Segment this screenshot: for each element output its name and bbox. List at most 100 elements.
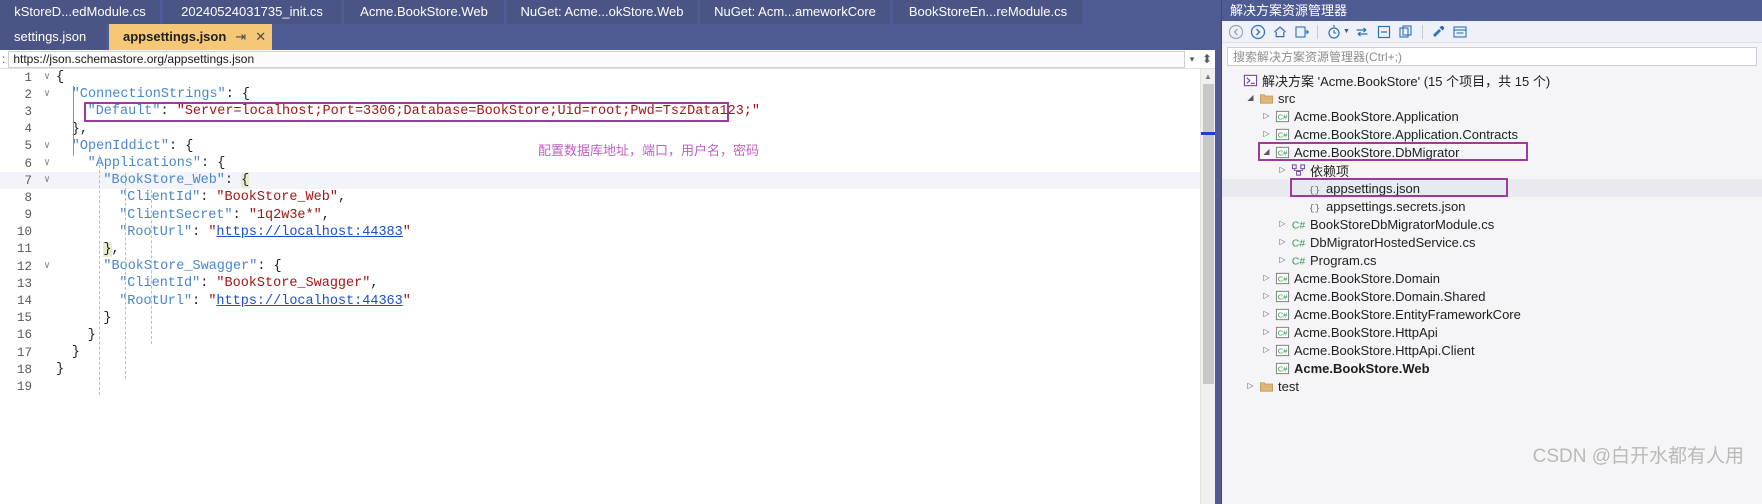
fold-toggle-icon[interactable]: ∨	[38, 69, 56, 86]
fold-toggle-icon[interactable]: ∨	[38, 138, 56, 155]
forward-icon[interactable]	[1248, 22, 1267, 41]
fold-toggle-icon[interactable]: ∨	[38, 155, 56, 172]
tree-item-appsecrets[interactable]: {} appsettings.secrets.json	[1222, 197, 1762, 215]
schema-url-text: https://json.schemastore.org/appsettings…	[13, 52, 255, 66]
tree-item-label: appsettings.json	[1326, 180, 1420, 196]
tree-item-hostedservice[interactable]: ▷ C# DbMigratorHostedService.cs	[1222, 233, 1762, 251]
code-line[interactable]: 9 "ClientSecret": "1q2w3e*",	[0, 207, 1215, 224]
code-line[interactable]: 19	[0, 378, 1215, 395]
collapsed-triangle-icon[interactable]: ▷	[1260, 107, 1273, 125]
scrollbar-thumb[interactable]	[1203, 84, 1214, 384]
document-tab[interactable]: 20240524031735_init.cs	[163, 0, 341, 24]
scroll-up-icon[interactable]: ▲	[1201, 69, 1215, 84]
tree-item-dbmigmodule[interactable]: ▷ C# BookStoreDbMigratorModule.cs	[1222, 215, 1762, 233]
collapse-all-icon[interactable]	[1375, 22, 1394, 41]
collapsed-triangle-icon[interactable]: ▷	[1260, 125, 1273, 143]
code-line[interactable]: 11},	[0, 241, 1215, 258]
document-tab[interactable]: Acme.BookStore.Web	[344, 0, 504, 24]
active-document-tab[interactable]: appsettings.json ⇥ ✕	[109, 24, 273, 50]
code-line[interactable]: 8 "ClientId": "BookStore_Web",	[0, 189, 1215, 206]
toolbar-separator	[1421, 24, 1423, 39]
tree-item-domainshared[interactable]: ▷ C# Acme.BookStore.Domain.Shared	[1222, 287, 1762, 305]
chevron-down-icon[interactable]: ▼	[1343, 28, 1350, 35]
tree-item-label: 解决方案 'Acme.BookStore' (15 个项目，共 15 个)	[1262, 73, 1551, 89]
document-tab[interactable]: NuGet: Acm...ameworkCore	[700, 0, 890, 24]
code-line[interactable]: 10 "RootUrl": "https://localhost:44383"	[0, 224, 1215, 241]
pending-changes-icon[interactable]	[1324, 22, 1343, 41]
code-line[interactable]: 4},	[0, 121, 1215, 138]
code-line[interactable]: 2 ∨ "ConnectionStrings": {	[0, 86, 1215, 103]
properties-icon[interactable]	[1429, 22, 1448, 41]
code-line[interactable]: 14 "RootUrl": "https://localhost:44363"	[0, 292, 1215, 309]
code-line[interactable]: 13 "ClientId": "BookStore_Swagger",	[0, 275, 1215, 292]
back-icon[interactable]	[1226, 22, 1245, 41]
editor-vertical-scrollbar[interactable]: ▲	[1200, 69, 1216, 504]
fold-toggle-icon[interactable]: ∨	[38, 86, 56, 103]
tree-item-src[interactable]: ◢ src	[1222, 89, 1762, 107]
code-token: "ClientSecret"	[119, 207, 233, 223]
document-tab[interactable]: settings.json	[0, 24, 106, 50]
code-editor[interactable]: 1 ∨{2 ∨ "ConnectionStrings": {3 "Default": "…	[0, 69, 1215, 504]
code-line[interactable]: 1 ∨{	[0, 69, 1215, 86]
tree-item-solution[interactable]: 解决方案 'Acme.BookStore' (15 个项目，共 15 个)	[1222, 71, 1762, 89]
code-line[interactable]: 12 ∨ "BookStore_Swagger": {	[0, 258, 1215, 275]
tree-item-dependencies[interactable]: ▷ 依赖项	[1222, 161, 1762, 179]
show-all-files-icon[interactable]	[1397, 22, 1416, 41]
collapsed-triangle-icon[interactable]: ▷	[1260, 341, 1273, 359]
search-placeholder: 搜索解决方案资源管理器(Ctrl+;)	[1233, 50, 1402, 64]
home-icon[interactable]	[1270, 22, 1289, 41]
collapsed-triangle-icon[interactable]: ▷	[1260, 269, 1273, 287]
collapsed-triangle-icon[interactable]: ▷	[1260, 287, 1273, 305]
fold-toggle-icon[interactable]: ∨	[38, 258, 56, 275]
code-token: }	[103, 310, 112, 326]
solution-explorer-search-input[interactable]: 搜索解决方案资源管理器(Ctrl+;)	[1227, 47, 1757, 66]
refresh-icon[interactable]	[1353, 22, 1372, 41]
pin-tab-icon[interactable]: ⇥	[235, 24, 246, 50]
svg-text:C#: C#	[1277, 130, 1287, 139]
close-tab-icon[interactable]: ✕	[255, 24, 266, 50]
preview-selected-items-icon[interactable]	[1451, 22, 1470, 41]
collapsed-triangle-icon[interactable]: ▷	[1276, 161, 1289, 179]
code-token[interactable]: https://localhost:44363	[216, 294, 402, 309]
split-window-icon[interactable]: ⬍	[1199, 52, 1215, 66]
code-token: ,	[337, 190, 347, 206]
collapsed-triangle-icon[interactable]: ▷	[1276, 233, 1289, 251]
schema-url-input[interactable]: https://json.schemastore.org/appsettings…	[8, 50, 1185, 68]
code-line[interactable]: 3 "Default": "Server=localhost;Port=3306;…	[0, 103, 1215, 120]
watermark-text: CSDN @白开水都有人用	[1532, 446, 1744, 467]
expanded-triangle-icon[interactable]: ◢	[1244, 89, 1257, 107]
tree-item-efcore[interactable]: ▷ C# Acme.BookStore.EntityFrameworkCore	[1222, 305, 1762, 323]
tree-item-program[interactable]: ▷ C# Program.cs	[1222, 251, 1762, 269]
tree-item-httpapiclient[interactable]: ▷ C# Acme.BookStore.HttpApi.Client	[1222, 341, 1762, 359]
fold-toggle-icon[interactable]: ∨	[38, 172, 56, 189]
tree-item-application[interactable]: ▷ C# Acme.BookStore.Application	[1222, 107, 1762, 125]
tree-item-domain[interactable]: ▷ C# Acme.BookStore.Domain	[1222, 269, 1762, 287]
collapsed-triangle-icon[interactable]: ▷	[1260, 323, 1273, 341]
tree-item-label: Acme.BookStore.EntityFrameworkCore	[1294, 306, 1521, 322]
collapsed-triangle-icon[interactable]: ▷	[1276, 215, 1289, 233]
code-line[interactable]: 16}	[0, 327, 1215, 344]
scrollbar-position-marker	[1201, 132, 1216, 135]
tree-item-app-contracts[interactable]: ▷ C# Acme.BookStore.Application.Contracts	[1222, 125, 1762, 143]
collapsed-triangle-icon[interactable]: ▷	[1260, 305, 1273, 323]
document-tab[interactable]: kStoreD...edModule.cs	[0, 0, 160, 24]
code-line[interactable]: 7 ∨ "BookStore_Web": {	[0, 172, 1215, 190]
tree-item-appsettings[interactable]: {} appsettings.json	[1222, 179, 1762, 197]
sync-with-active-document-icon[interactable]	[1292, 22, 1311, 41]
code-line[interactable]: 15}	[0, 310, 1215, 327]
tree-item-dbmigrator[interactable]: ◢ C# Acme.BookStore.DbMigrator	[1222, 143, 1762, 161]
tree-item-test[interactable]: ▷ test	[1222, 377, 1762, 395]
json-schema-bar: : https://json.schemastore.org/appsettin…	[0, 50, 1215, 69]
document-tab[interactable]: BookStoreEn...reModule.cs	[893, 0, 1083, 24]
code-line[interactable]: 18}	[0, 361, 1215, 378]
tree-item-httpapi[interactable]: ▷ C# Acme.BookStore.HttpApi	[1222, 323, 1762, 341]
chevron-down-icon[interactable]: ▾	[1185, 54, 1199, 65]
collapsed-triangle-icon[interactable]: ▷	[1244, 377, 1257, 395]
expanded-triangle-icon[interactable]: ◢	[1260, 143, 1273, 161]
collapsed-triangle-icon[interactable]: ▷	[1276, 251, 1289, 269]
code-line[interactable]: 17}	[0, 344, 1215, 361]
document-tab[interactable]: NuGet: Acme...okStore.Web	[507, 0, 697, 24]
code-token: "RootUrl"	[119, 224, 193, 240]
code-token[interactable]: https://localhost:44383	[216, 225, 402, 240]
tree-item-web[interactable]: C# Acme.BookStore.Web	[1222, 359, 1762, 377]
